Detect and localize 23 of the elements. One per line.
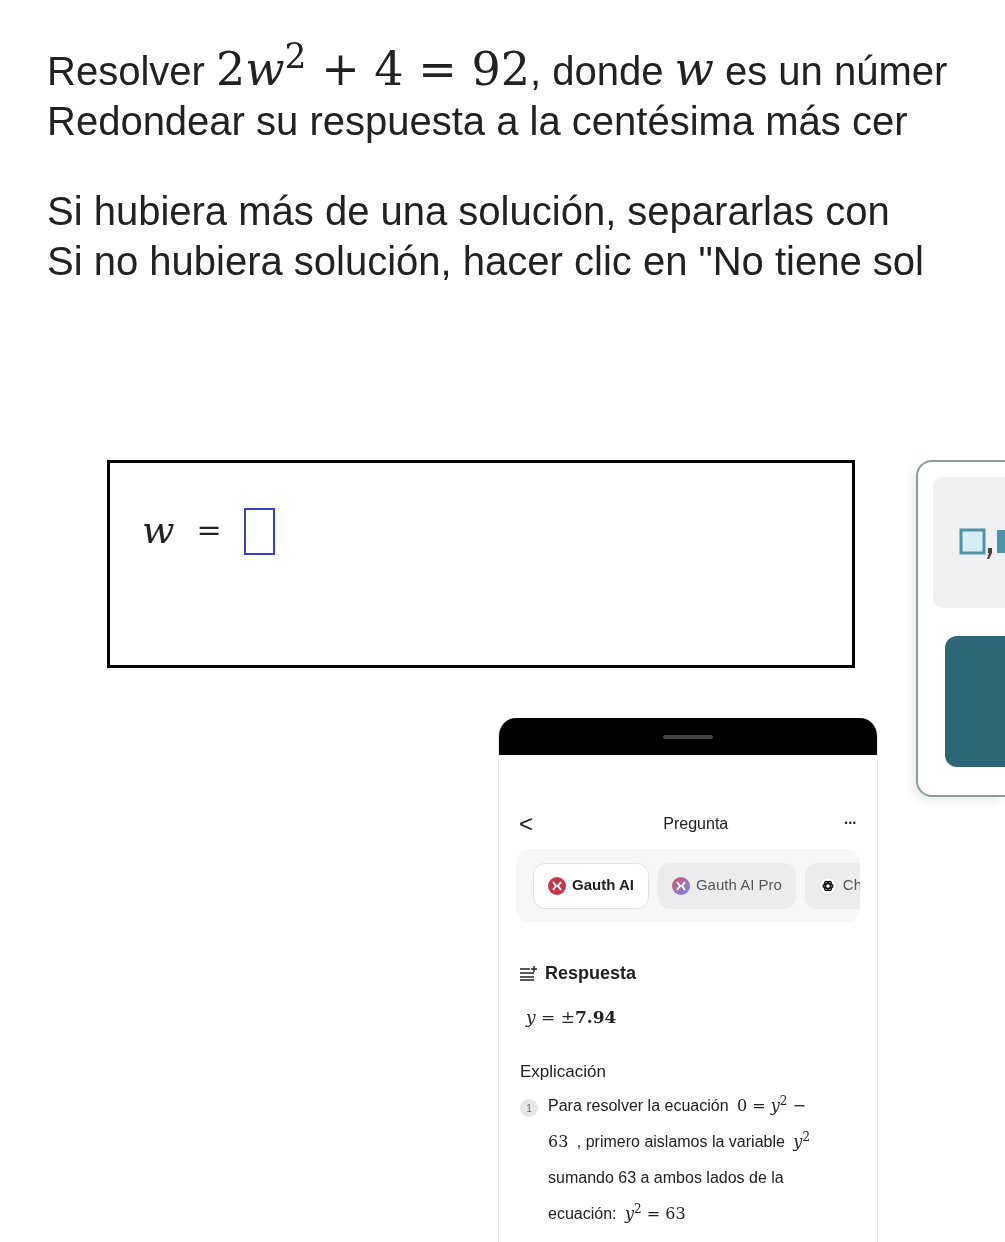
answer-value: y = ±7.94 (524, 1006, 618, 1029)
answer-heading: Respuesta (545, 962, 637, 985)
logo-icon (671, 876, 690, 895)
model-tab[interactable]: Gauth AI (533, 862, 649, 909)
question-text: Redondear su respuesta a la centésima más cer (47, 98, 908, 145)
step-text: Para resolver la ecuación 0 = y$^{2}$ − 63 , primero aislamos la variable y$^{2}$ sumando 63 a ambos lados de la ecuación: y$^{2}$ = 63 (548, 1093, 811, 1225)
more-button[interactable]: ••• (844, 817, 857, 831)
question-text: Resolver 2w$^{2}$ + 4 = 92, donde w es un númer (47, 44, 948, 96)
variable-label: w (142, 507, 175, 554)
knot-logo-icon (818, 876, 837, 895)
header-title: Pregunta (663, 814, 729, 834)
drag-handle[interactable] (663, 735, 713, 739)
logo-icon (548, 876, 566, 895)
model-tab[interactable]: Gauth AI Pro (657, 862, 796, 909)
question-text: Si hubiera más de una solución, separarlas con (47, 188, 890, 235)
template-button[interactable] (933, 477, 1005, 608)
step-number: 1 (520, 1099, 538, 1117)
back-button[interactable]: < (519, 812, 533, 836)
question-text: Si no hubiera solución, hacer clic en "No tiene sol (47, 238, 924, 285)
list-sparkle-icon (520, 966, 537, 981)
equals-sign: = (196, 511, 222, 549)
explanation-heading: Explicación (519, 1060, 607, 1083)
input-field[interactable] (243, 508, 275, 555)
